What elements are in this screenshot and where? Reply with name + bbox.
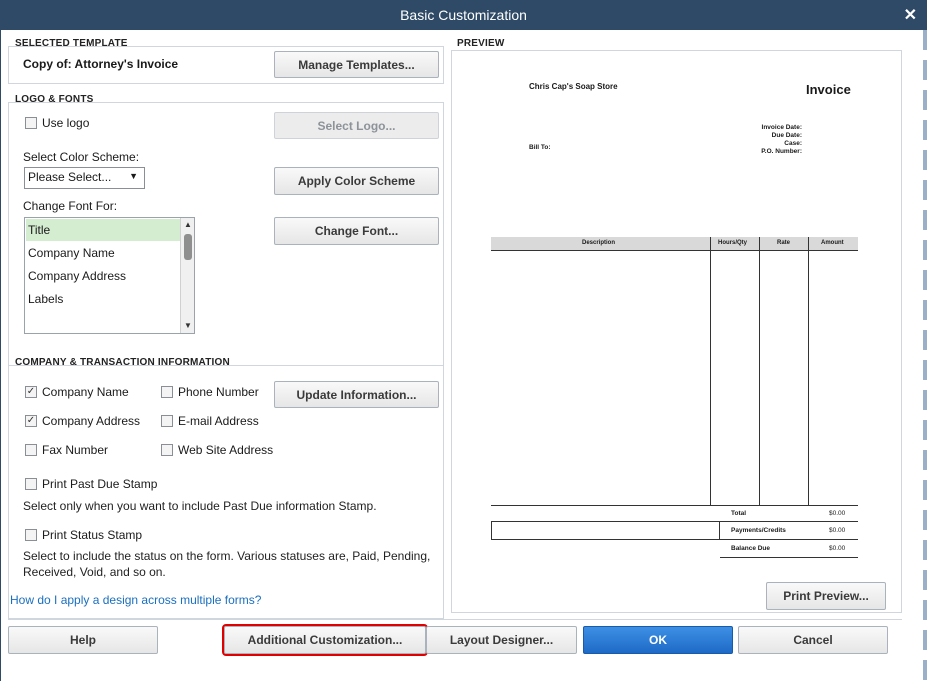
footer-divider — [8, 619, 902, 620]
phone-number-checkbox[interactable] — [161, 386, 173, 398]
use-logo-checkbox[interactable] — [25, 117, 37, 129]
preview-balance-label: Balance Due — [731, 545, 771, 552]
list-item[interactable]: Labels — [26, 288, 181, 310]
website-address-label: Web Site Address — [178, 443, 274, 457]
color-scheme-select[interactable]: Please Select... ▼ — [24, 167, 145, 189]
preview-total-label: Total — [731, 510, 747, 517]
preview-due-date: Due Date: — [771, 132, 802, 139]
preview-company-name: Chris Cap's Soap Store — [529, 82, 618, 91]
preview-col-hours: Hours/Qty — [718, 240, 748, 246]
list-item[interactable]: Company Address — [26, 265, 181, 287]
company-name-checkbox[interactable] — [25, 386, 37, 398]
preview-po-number: P.O. Number: — [761, 148, 802, 155]
close-icon[interactable]: ✕ — [904, 5, 917, 25]
help-link[interactable]: How do I apply a design across multiple … — [10, 593, 261, 607]
preview-doc-title: Invoice — [806, 82, 851, 97]
fax-number-label: Fax Number — [42, 443, 109, 457]
preview-divider — [491, 505, 858, 506]
additional-customization-button[interactable]: Additional Customization... — [222, 624, 428, 656]
preview-col-description: Description — [582, 240, 616, 246]
website-address-checkbox[interactable] — [161, 444, 173, 456]
list-item[interactable]: Title — [26, 219, 181, 241]
help-button[interactable]: Help — [8, 626, 158, 654]
scroll-up-icon[interactable]: ▲ — [181, 218, 194, 232]
preview-divider — [720, 539, 858, 540]
manage-templates-button[interactable]: Manage Templates... — [274, 51, 439, 78]
color-scheme-label: Select Color Scheme: — [23, 150, 140, 164]
color-scheme-value: Please Select... — [28, 170, 112, 184]
scroll-thumb[interactable] — [184, 234, 192, 260]
scroll-down-icon[interactable]: ▼ — [181, 319, 194, 333]
apply-color-scheme-button[interactable]: Apply Color Scheme — [274, 167, 439, 195]
selected-template-section: Copy of: Attorney's Invoice Manage Templ… — [8, 46, 444, 84]
basic-customization-dialog: SELECTED TEMPLATE Copy of: Attorney's In… — [0, 30, 927, 681]
cancel-button[interactable]: Cancel — [738, 626, 888, 654]
font-element-listbox[interactable]: Title Company Name Company Address Label… — [24, 217, 195, 334]
preview-balance-value: $0.00 — [829, 545, 846, 552]
status-stamp-label: Print Status Stamp — [42, 528, 143, 542]
layout-designer-button[interactable]: Layout Designer... — [426, 626, 577, 654]
preview-signature-box — [491, 521, 720, 540]
preview-divider — [759, 237, 760, 505]
preview-payments-label: Payments/Credits — [731, 527, 786, 534]
preview-col-rate: Rate — [777, 240, 791, 246]
fax-number-checkbox[interactable] — [25, 444, 37, 456]
past-due-note: Select only when you want to include Pas… — [23, 499, 377, 513]
company-name-label: Company Name — [42, 385, 129, 399]
preview-divider — [720, 557, 858, 558]
preview-divider — [720, 521, 858, 522]
status-stamp-checkbox[interactable] — [25, 529, 37, 541]
phone-number-label: Phone Number — [178, 385, 259, 399]
use-logo-label: Use logo — [42, 116, 90, 130]
preview-payments-value: $0.00 — [829, 527, 846, 534]
email-address-label: E-mail Address — [178, 414, 259, 428]
preview-invoice-date: Invoice Date: — [761, 124, 802, 131]
company-info-section: Company Name Phone Number Update Informa… — [8, 365, 444, 619]
preview-heading: PREVIEW — [457, 38, 505, 49]
company-address-checkbox[interactable] — [25, 415, 37, 427]
past-due-stamp-checkbox[interactable] — [25, 478, 37, 490]
change-font-button[interactable]: Change Font... — [274, 217, 439, 245]
change-font-label: Change Font For: — [23, 199, 118, 213]
preview-divider — [808, 237, 809, 505]
past-due-stamp-label: Print Past Due Stamp — [42, 477, 158, 491]
print-preview-button[interactable]: Print Preview... — [766, 582, 886, 610]
title-bar: Basic Customization ✕ — [0, 0, 927, 30]
background-window-edge — [923, 30, 927, 681]
email-address-checkbox[interactable] — [161, 415, 173, 427]
listbox-scrollbar[interactable]: ▲ ▼ — [180, 218, 194, 333]
template-name: Copy of: Attorney's Invoice — [23, 57, 179, 71]
preview-col-amount: Amount — [821, 240, 844, 246]
window-title: Basic Customization — [400, 7, 527, 23]
preview-bill-to: Bill To: — [529, 144, 551, 151]
preview-divider — [710, 237, 711, 505]
list-item[interactable]: Company Name — [26, 242, 181, 264]
preview-case: Case: — [784, 140, 802, 147]
logo-fonts-section: Use logo Select Logo... Select Color Sch… — [8, 102, 444, 370]
company-address-label: Company Address — [42, 414, 141, 428]
preview-table-header: Description Hours/Qty Rate Amount — [491, 237, 858, 251]
ok-button[interactable]: OK — [583, 626, 733, 654]
status-note: Select to include the status on the form… — [23, 549, 431, 579]
update-information-button[interactable]: Update Information... — [274, 381, 439, 408]
preview-total-value: $0.00 — [829, 510, 846, 517]
select-logo-button[interactable]: Select Logo... — [274, 112, 439, 139]
chevron-down-icon: ▼ — [129, 171, 138, 181]
invoice-preview: Chris Cap's Soap Store Invoice Invoice D… — [451, 50, 902, 613]
